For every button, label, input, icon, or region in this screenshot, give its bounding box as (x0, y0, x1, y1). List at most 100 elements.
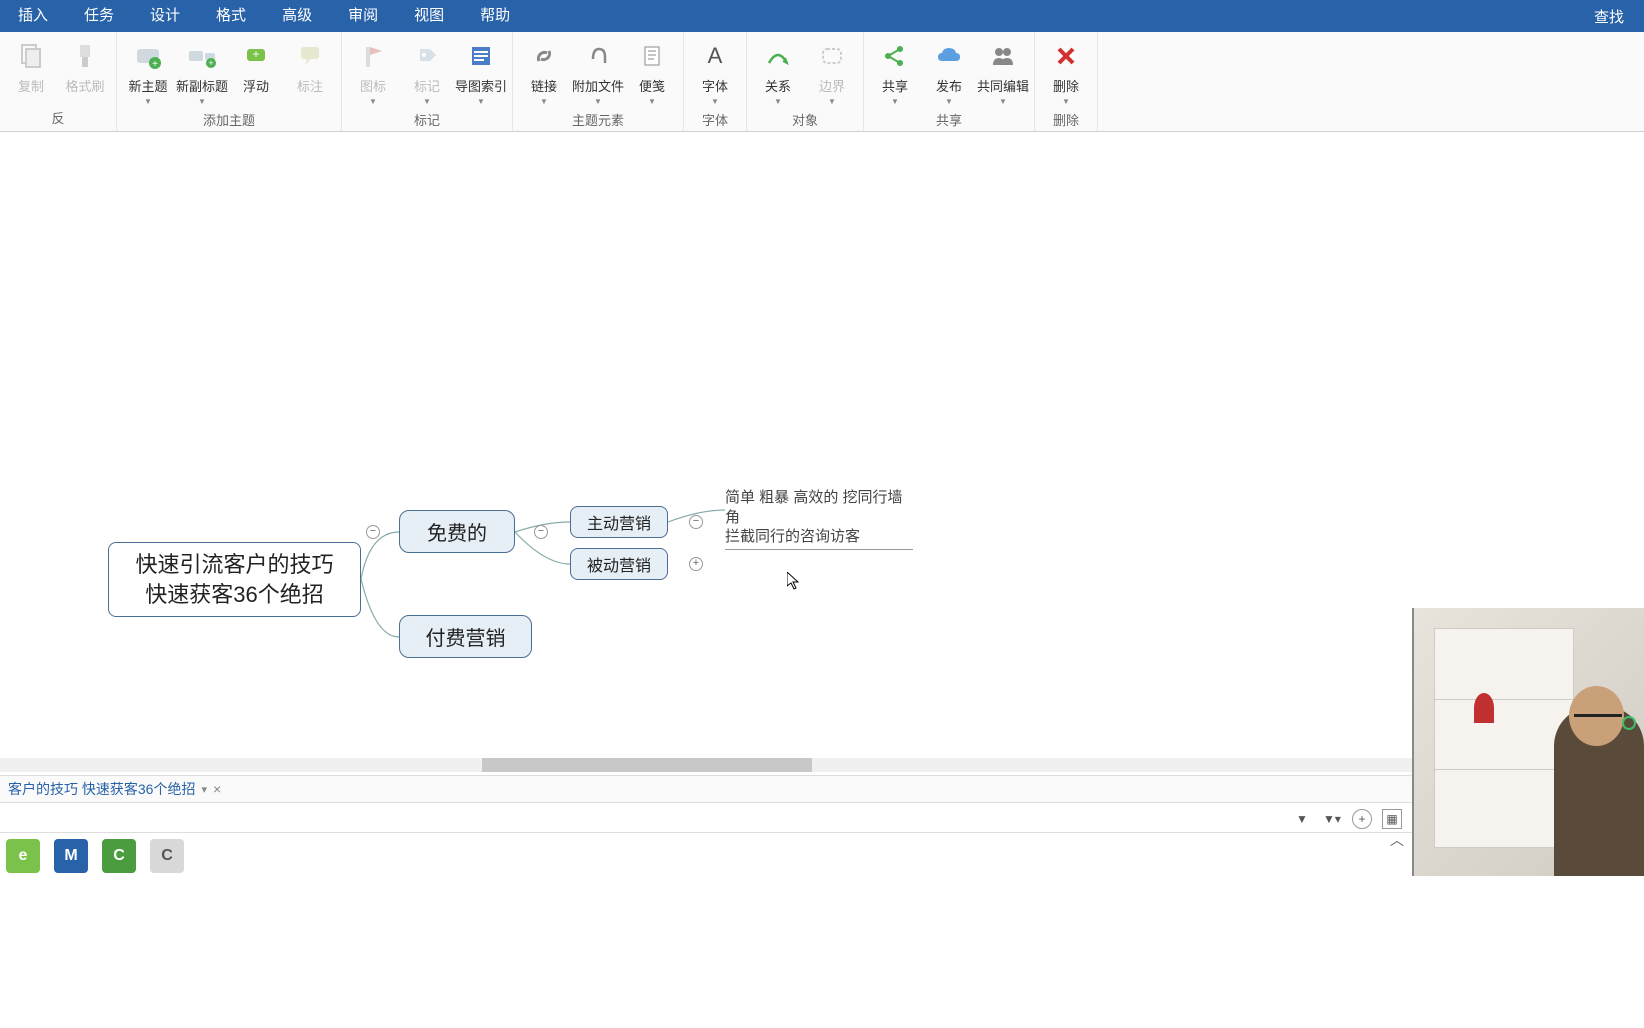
dropdown-arrow-icon: ▼ (198, 97, 206, 106)
menu-task[interactable]: 任务 (66, 0, 132, 32)
map-index-icon (463, 38, 499, 74)
paperclip-icon (580, 38, 616, 74)
mindmap-root-node[interactable]: 快速引流客户的技巧 快速获客36个绝招 (108, 542, 361, 617)
flag-icon (355, 38, 391, 74)
svg-text:A: A (708, 43, 723, 68)
collapse-toggle[interactable]: − (366, 525, 380, 539)
new-subtopic-button[interactable]: + 新副标题 ▼ (175, 36, 229, 108)
fit-button[interactable]: ▦ (1382, 809, 1402, 829)
note-icon (634, 38, 670, 74)
ribbon-group-add-topic: + 新主题 ▼ + 新副标题 ▼ + 浮动 标注 添加主题 (117, 32, 342, 131)
dropdown-arrow-icon: ▼ (477, 97, 485, 106)
note-button[interactable]: 便笺 ▼ (625, 36, 679, 108)
coedit-icon (985, 38, 1021, 74)
format-painter-button[interactable]: 格式刷 (58, 36, 112, 97)
dropdown-arrow-icon: ▼ (423, 97, 431, 106)
font-icon: A (697, 38, 733, 74)
webcam-overlay (1412, 608, 1644, 876)
collapse-toggle[interactable]: − (534, 525, 548, 539)
filter-dropdown-icon[interactable]: ▼▾ (1322, 809, 1342, 829)
menu-insert[interactable]: 插入 (0, 0, 66, 32)
cloud-icon (931, 38, 967, 74)
tag-button[interactable]: 标记 ▼ (400, 36, 454, 108)
ribbon-group-clipboard: 复制 格式刷 反 (0, 32, 117, 131)
webcam-status-icon (1622, 716, 1636, 730)
ribbon-group-objects: 关系 ▼ 边界 ▼ 对象 (747, 32, 864, 131)
svg-text:+: + (152, 59, 158, 70)
copy-icon (13, 38, 49, 74)
boundary-button[interactable]: 边界 ▼ (805, 36, 859, 108)
share-icon (877, 38, 913, 74)
link-icon (526, 38, 562, 74)
cursor-icon (787, 572, 799, 590)
collapse-toggle[interactable]: − (689, 515, 703, 529)
ribbon-group-topic-elements: 链接 ▼ 附加文件 ▼ 便笺 ▼ 主题元素 (513, 32, 684, 131)
menu-format[interactable]: 格式 (198, 0, 264, 32)
delete-button[interactable]: 删除 ▼ (1039, 36, 1093, 108)
mindmap-node-passive[interactable]: 被动营销 (570, 548, 668, 580)
status-bar: ▼ ▼▾ + ▦ (0, 805, 1412, 833)
dropdown-arrow-icon: ▼ (144, 97, 152, 106)
menu-find[interactable]: 查找 (1574, 6, 1644, 27)
menu-review[interactable]: 审阅 (330, 0, 396, 32)
ribbon-group-share: 共享 ▼ 发布 ▼ 共同编辑 ▼ 共享 (864, 32, 1035, 131)
dropdown-arrow-icon: ▼ (999, 97, 1007, 106)
brush-icon (67, 38, 103, 74)
expand-toggle[interactable]: + (689, 557, 703, 571)
mindmap-node-detail[interactable]: 简单 粗暴 高效的 挖同行墙角 拦截同行的咨询访客 (725, 488, 913, 550)
link-button[interactable]: 链接 ▼ (517, 36, 571, 108)
document-tab[interactable]: 客户的技巧 快速获客36个绝招 ▾ × (0, 779, 229, 799)
scrollbar-thumb[interactable] (482, 758, 812, 772)
new-topic-icon: + (130, 38, 166, 74)
floating-button[interactable]: + 浮动 (229, 36, 283, 97)
menu-view[interactable]: 视图 (396, 0, 462, 32)
taskbar-app-generic[interactable]: C (150, 839, 184, 873)
floating-icon: + (238, 38, 274, 74)
dropdown-arrow-icon: ▼ (945, 97, 953, 106)
collapse-toggle[interactable] (370, 631, 384, 645)
tag-icon (409, 38, 445, 74)
dropdown-arrow-icon: ▼ (648, 97, 656, 106)
attach-button[interactable]: 附加文件 ▼ (571, 36, 625, 108)
ribbon-group-marks: 图标 ▼ 标记 ▼ 导图索引 ▼ 标记 (342, 32, 513, 131)
dropdown-arrow-icon: ▼ (540, 97, 548, 106)
ribbon-group-font: A 字体 ▼ 字体 (684, 32, 747, 131)
document-tab-bar: 客户的技巧 快速获客36个绝招 ▾ × (0, 775, 1412, 803)
publish-button[interactable]: 发布 ▼ (922, 36, 976, 108)
coedit-button[interactable]: 共同编辑 ▼ (976, 36, 1030, 108)
copy-button[interactable]: 复制 (4, 36, 58, 97)
horizontal-scrollbar[interactable] (0, 758, 1412, 772)
boundary-icon (814, 38, 850, 74)
relation-button[interactable]: 关系 ▼ (751, 36, 805, 108)
mindmap-node-paid[interactable]: 付费营销 (399, 615, 532, 658)
filter-icon[interactable]: ▼ (1292, 809, 1312, 829)
taskbar-app-mindmanager[interactable]: M (54, 839, 88, 873)
dropdown-arrow-icon: ▼ (891, 97, 899, 106)
svg-text:+: + (208, 58, 213, 68)
delete-icon (1048, 38, 1084, 74)
new-topic-button[interactable]: + 新主题 ▼ (121, 36, 175, 108)
map-index-button[interactable]: 导图索引 ▼ (454, 36, 508, 108)
font-button[interactable]: A 字体 ▼ (688, 36, 742, 108)
callout-button[interactable]: 标注 (283, 36, 337, 97)
icon-button[interactable]: 图标 ▼ (346, 36, 400, 108)
dropdown-arrow-icon: ▼ (711, 97, 719, 106)
mindmap-node-active[interactable]: 主动营销 (570, 506, 668, 538)
share-button[interactable]: 共享 ▼ (868, 36, 922, 108)
tab-menu-icon[interactable]: ▾ (201, 783, 207, 796)
dropdown-arrow-icon: ▼ (774, 97, 782, 106)
taskbar-app-camtasia[interactable]: C (102, 839, 136, 873)
zoom-button[interactable]: + (1352, 809, 1372, 829)
menu-advanced[interactable]: 高级 (264, 0, 330, 32)
menu-help[interactable]: 帮助 (462, 0, 528, 32)
taskbar-app-browser[interactable]: e (6, 839, 40, 873)
menu-design[interactable]: 设计 (132, 0, 198, 32)
menu-bar: 插入 任务 设计 格式 高级 审阅 视图 帮助 查找 (0, 0, 1644, 32)
dropdown-arrow-icon: ▼ (828, 97, 836, 106)
new-subtopic-icon: + (184, 38, 220, 74)
dropdown-arrow-icon: ▼ (594, 97, 602, 106)
mindmap-node-free[interactable]: 免费的 (399, 510, 515, 553)
dropdown-arrow-icon: ▼ (369, 97, 377, 106)
tab-close-button[interactable]: × (213, 781, 221, 797)
callout-icon (292, 38, 328, 74)
